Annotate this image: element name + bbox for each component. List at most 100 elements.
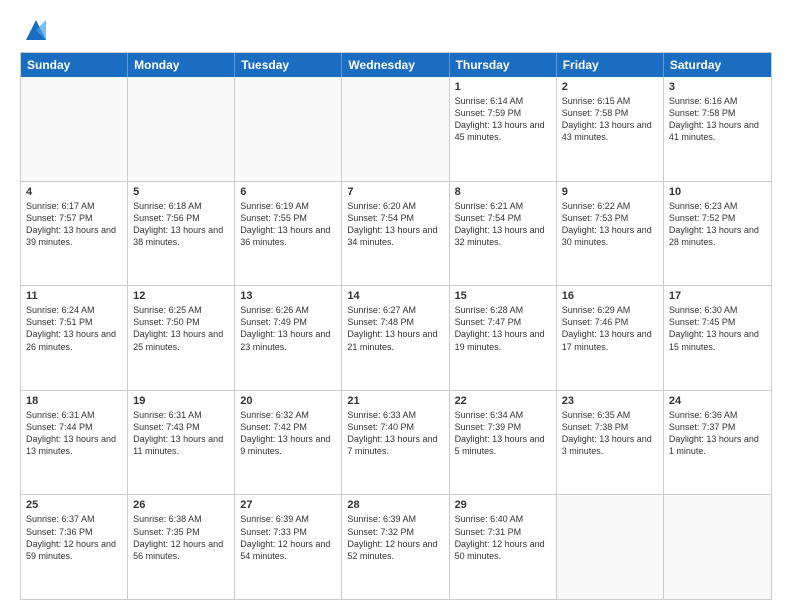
day-number: 24 <box>669 395 766 407</box>
day-info: Sunrise: 6:22 AM Sunset: 7:53 PM Dayligh… <box>562 200 658 249</box>
day-info: Sunrise: 6:40 AM Sunset: 7:31 PM Dayligh… <box>455 513 551 562</box>
day-number: 26 <box>133 499 229 511</box>
day-info: Sunrise: 6:16 AM Sunset: 7:58 PM Dayligh… <box>669 95 766 144</box>
day-info: Sunrise: 6:33 AM Sunset: 7:40 PM Dayligh… <box>347 409 443 458</box>
day-info: Sunrise: 6:21 AM Sunset: 7:54 PM Dayligh… <box>455 200 551 249</box>
day-info: Sunrise: 6:34 AM Sunset: 7:39 PM Dayligh… <box>455 409 551 458</box>
day-number: 29 <box>455 499 551 511</box>
day-number: 3 <box>669 81 766 93</box>
calendar-cell: 26Sunrise: 6:38 AM Sunset: 7:35 PM Dayli… <box>128 495 235 599</box>
calendar-cell: 1 Sunrise: 6:14 AM Sunset: 7:59 PM Daylig… <box>450 77 557 181</box>
calendar-cell: 22 Sunrise: 6:34 AM Sunset: 7:39 PM Dayli… <box>450 391 557 495</box>
calendar-cell: 28 Sunrise: 6:39 AM Sunset: 7:32 PM Dayli… <box>342 495 449 599</box>
calendar-cell <box>128 77 235 181</box>
day-number: 17 <box>669 290 766 302</box>
day-info: Sunrise: 6:18 AM Sunset: 7:56 PM Dayligh… <box>133 200 229 249</box>
day-number: 4 <box>26 186 122 198</box>
day-number: 13 <box>240 290 336 302</box>
day-number: 2 <box>562 81 658 93</box>
weekday-header: Wednesday <box>342 53 449 77</box>
day-info: Sunrise: 6:20 AM Sunset: 7:54 PM Dayligh… <box>347 200 443 249</box>
day-info: Sunrise: 6:35 AM Sunset: 7:38 PM Dayligh… <box>562 409 658 458</box>
calendar-row: 4 Sunrise: 6:17 AM Sunset: 7:57 PM Daylig… <box>21 182 771 287</box>
day-number: 11 <box>26 290 122 302</box>
day-info: Sunrise: 6:25 AM Sunset: 7:50 PM Dayligh… <box>133 304 229 353</box>
day-info: Sunrise: 6:39 AM Sunset: 7:32 PM Dayligh… <box>347 513 443 562</box>
day-number: 18 <box>26 395 122 407</box>
day-number: 28 <box>347 499 443 511</box>
calendar-cell: 5 Sunrise: 6:18 AM Sunset: 7:56 PM Daylig… <box>128 182 235 286</box>
day-number: 20 <box>240 395 336 407</box>
calendar-cell <box>21 77 128 181</box>
day-info: Sunrise: 6:14 AM Sunset: 7:59 PM Dayligh… <box>455 95 551 144</box>
logo-icon <box>22 16 50 44</box>
weekday-header: Tuesday <box>235 53 342 77</box>
calendar-cell: 14 Sunrise: 6:27 AM Sunset: 7:48 PM Dayli… <box>342 286 449 390</box>
calendar-cell <box>342 77 449 181</box>
calendar-cell: 27 Sunrise: 6:39 AM Sunset: 7:33 PM Dayli… <box>235 495 342 599</box>
calendar-row: 11Sunrise: 6:24 AM Sunset: 7:51 PM Dayli… <box>21 286 771 391</box>
day-number: 21 <box>347 395 443 407</box>
day-number: 25 <box>26 499 122 511</box>
day-number: 22 <box>455 395 551 407</box>
day-info: Sunrise: 6:26 AM Sunset: 7:49 PM Dayligh… <box>240 304 336 353</box>
calendar-cell: 3 Sunrise: 6:16 AM Sunset: 7:58 PM Daylig… <box>664 77 771 181</box>
day-number: 6 <box>240 186 336 198</box>
calendar-cell: 18 Sunrise: 6:31 AM Sunset: 7:44 PM Dayli… <box>21 391 128 495</box>
day-number: 1 <box>455 81 551 93</box>
calendar-cell: 16 Sunrise: 6:29 AM Sunset: 7:46 PM Dayli… <box>557 286 664 390</box>
calendar-cell: 23 Sunrise: 6:35 AM Sunset: 7:38 PM Dayli… <box>557 391 664 495</box>
day-number: 9 <box>562 186 658 198</box>
calendar-cell <box>557 495 664 599</box>
day-info: Sunrise: 6:39 AM Sunset: 7:33 PM Dayligh… <box>240 513 336 562</box>
calendar-row: 1 Sunrise: 6:14 AM Sunset: 7:59 PM Daylig… <box>21 77 771 182</box>
day-number: 16 <box>562 290 658 302</box>
day-number: 23 <box>562 395 658 407</box>
calendar-header: SundayMondayTuesdayWednesdayThursdayFrid… <box>21 53 771 77</box>
day-number: 19 <box>133 395 229 407</box>
day-number: 5 <box>133 186 229 198</box>
day-number: 27 <box>240 499 336 511</box>
calendar-cell: 7 Sunrise: 6:20 AM Sunset: 7:54 PM Daylig… <box>342 182 449 286</box>
day-number: 8 <box>455 186 551 198</box>
calendar-cell: 24 Sunrise: 6:36 AM Sunset: 7:37 PM Dayli… <box>664 391 771 495</box>
day-number: 15 <box>455 290 551 302</box>
day-info: Sunrise: 6:29 AM Sunset: 7:46 PM Dayligh… <box>562 304 658 353</box>
calendar-cell: 17 Sunrise: 6:30 AM Sunset: 7:45 PM Dayli… <box>664 286 771 390</box>
calendar-cell: 25 Sunrise: 6:37 AM Sunset: 7:36 PM Dayli… <box>21 495 128 599</box>
calendar-row: 25 Sunrise: 6:37 AM Sunset: 7:36 PM Dayli… <box>21 495 771 599</box>
day-info: Sunrise: 6:15 AM Sunset: 7:58 PM Dayligh… <box>562 95 658 144</box>
calendar-cell <box>664 495 771 599</box>
calendar-body: 1 Sunrise: 6:14 AM Sunset: 7:59 PM Daylig… <box>21 77 771 599</box>
day-info: Sunrise: 6:31 AM Sunset: 7:44 PM Dayligh… <box>26 409 122 458</box>
calendar-cell: 4 Sunrise: 6:17 AM Sunset: 7:57 PM Daylig… <box>21 182 128 286</box>
day-info: Sunrise: 6:27 AM Sunset: 7:48 PM Dayligh… <box>347 304 443 353</box>
day-info: Sunrise: 6:17 AM Sunset: 7:57 PM Dayligh… <box>26 200 122 249</box>
page: SundayMondayTuesdayWednesdayThursdayFrid… <box>0 0 792 612</box>
weekday-header: Sunday <box>21 53 128 77</box>
weekday-header: Friday <box>557 53 664 77</box>
calendar-cell: 11Sunrise: 6:24 AM Sunset: 7:51 PM Dayli… <box>21 286 128 390</box>
calendar-cell: 9 Sunrise: 6:22 AM Sunset: 7:53 PM Daylig… <box>557 182 664 286</box>
logo <box>20 16 50 44</box>
calendar-cell: 6Sunrise: 6:19 AM Sunset: 7:55 PM Daylig… <box>235 182 342 286</box>
day-info: Sunrise: 6:30 AM Sunset: 7:45 PM Dayligh… <box>669 304 766 353</box>
calendar-cell: 10Sunrise: 6:23 AM Sunset: 7:52 PM Dayli… <box>664 182 771 286</box>
day-info: Sunrise: 6:32 AM Sunset: 7:42 PM Dayligh… <box>240 409 336 458</box>
calendar-cell: 21 Sunrise: 6:33 AM Sunset: 7:40 PM Dayli… <box>342 391 449 495</box>
day-number: 14 <box>347 290 443 302</box>
day-info: Sunrise: 6:31 AM Sunset: 7:43 PM Dayligh… <box>133 409 229 458</box>
day-info: Sunrise: 6:23 AM Sunset: 7:52 PM Dayligh… <box>669 200 766 249</box>
calendar-row: 18 Sunrise: 6:31 AM Sunset: 7:44 PM Dayli… <box>21 391 771 496</box>
day-number: 7 <box>347 186 443 198</box>
calendar: SundayMondayTuesdayWednesdayThursdayFrid… <box>20 52 772 600</box>
calendar-cell: 19 Sunrise: 6:31 AM Sunset: 7:43 PM Dayli… <box>128 391 235 495</box>
day-info: Sunrise: 6:37 AM Sunset: 7:36 PM Dayligh… <box>26 513 122 562</box>
calendar-cell: 13 Sunrise: 6:26 AM Sunset: 7:49 PM Dayli… <box>235 286 342 390</box>
calendar-cell: 15Sunrise: 6:28 AM Sunset: 7:47 PM Dayli… <box>450 286 557 390</box>
day-info: Sunrise: 6:36 AM Sunset: 7:37 PM Dayligh… <box>669 409 766 458</box>
calendar-cell: 8 Sunrise: 6:21 AM Sunset: 7:54 PM Daylig… <box>450 182 557 286</box>
day-number: 12 <box>133 290 229 302</box>
header <box>20 16 772 44</box>
calendar-cell <box>235 77 342 181</box>
